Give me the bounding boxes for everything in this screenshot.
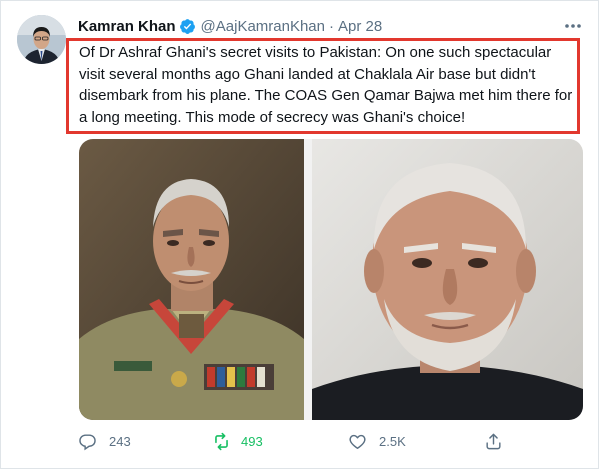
author-handle[interactable]: @AajKamranKhan xyxy=(201,18,325,35)
retweet-count: 493 xyxy=(241,433,263,449)
reply-count: 243 xyxy=(109,433,131,449)
author-name[interactable]: Kamran Khan xyxy=(78,18,176,35)
share-icon xyxy=(486,433,501,449)
tweet-date[interactable]: Apr 28 xyxy=(338,18,382,35)
reply-button[interactable]: 243 xyxy=(78,430,131,452)
retweet-icon xyxy=(215,432,228,450)
tweet-media[interactable] xyxy=(79,139,583,420)
annotation-highlight-box xyxy=(66,38,580,134)
verified-badge-icon xyxy=(179,18,196,35)
like-button[interactable]: 2.5K xyxy=(348,430,406,452)
more-options-icon[interactable] xyxy=(562,16,584,36)
share-button[interactable] xyxy=(484,430,503,452)
author-avatar[interactable] xyxy=(17,15,66,64)
reply-icon xyxy=(79,433,96,450)
heart-icon xyxy=(349,434,366,449)
like-count: 2.5K xyxy=(379,433,406,449)
photo-general[interactable] xyxy=(79,139,304,420)
tweet-actions: 243 493 2.5K xyxy=(70,430,510,452)
tweet-header: Kamran Khan @AajKamranKhan · Apr 28 xyxy=(78,15,382,37)
retweet-button[interactable]: 493 xyxy=(212,430,263,452)
header-separator: · xyxy=(329,17,334,35)
photo-ghani[interactable] xyxy=(312,139,583,420)
